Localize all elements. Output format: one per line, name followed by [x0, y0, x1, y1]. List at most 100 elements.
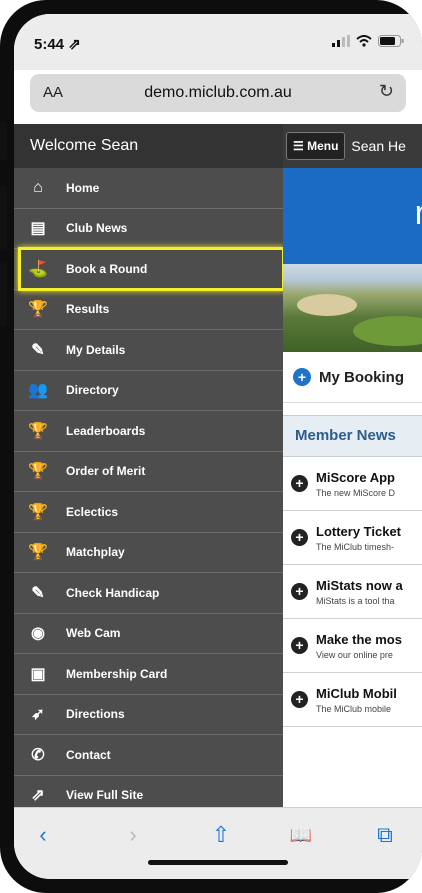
sidebar-item-label: Eclectics	[66, 504, 119, 519]
golf-ball-icon: ⛳	[28, 260, 48, 278]
news-desc: MiStats is a tool tha	[316, 595, 395, 606]
my-bookings-label: My Booking	[319, 368, 404, 386]
trophy-list-icon: 🏆	[28, 544, 48, 562]
news-item[interactable]: + MiScore App The new MiScore D	[283, 457, 422, 511]
webcam-icon: ◉	[31, 625, 45, 643]
news-icon: ▤	[30, 220, 46, 238]
bookmarks-icon[interactable]: 📖	[286, 820, 316, 850]
sidebar-item-leaderboards[interactable]: 🏆 Leaderboards	[14, 411, 283, 452]
trophy-list-icon: 🏆	[28, 422, 48, 440]
sidebar-item-club-news[interactable]: ▤ Club News	[14, 209, 283, 249]
news-item[interactable]: + MiClub Mobil The MiClub mobile	[283, 673, 422, 727]
compass-icon: ➶	[31, 706, 45, 724]
id-card-icon: ▣	[30, 665, 46, 683]
news-desc: The MiClub timesh-	[316, 541, 395, 552]
sidebar-item-view-full-site[interactable]: ⇗ View Full Site	[14, 776, 283, 808]
wifi-icon	[356, 35, 372, 47]
sidebar-item-my-details[interactable]: ✎ My Details	[14, 330, 283, 371]
sidebar-item-label: View Full Site	[66, 788, 144, 803]
sidebar-item-membership-card[interactable]: ▣ Membership Card	[14, 654, 283, 695]
status-time: 5:44 ⇗	[34, 36, 81, 53]
sidebar-item-matchplay[interactable]: 🏆 Matchplay	[14, 533, 283, 573]
menu-button[interactable]: ☰ Menu	[286, 132, 346, 160]
plus-icon: +	[291, 583, 308, 600]
share-icon[interactable]: ⇧	[206, 820, 236, 850]
screen: 5:44 ⇗ AA demo.miclub.com.au ↻ Welcome S…	[14, 14, 422, 879]
news-item[interactable]: + MiStats now a MiStats is a tool tha	[283, 565, 422, 619]
tabs-icon[interactable]: ⧉	[370, 820, 400, 850]
news-item[interactable]: + Lottery Ticket The MiClub timesh-	[283, 511, 422, 565]
news-title: Make the mos	[316, 631, 402, 647]
sidebar-item-label: Leaderboards	[66, 423, 146, 438]
sidebar-item-web-cam[interactable]: ◉ Web Cam	[14, 614, 283, 654]
sidebar-item-label: Membership Card	[66, 666, 168, 681]
banner-text: r	[414, 194, 422, 232]
news-title: MiStats now a	[316, 577, 403, 593]
sidebar-item-label: Contact	[66, 747, 111, 762]
main-content: ☰ Menu Sean He r + My Booking Member New…	[283, 124, 422, 807]
side-button-1	[0, 122, 7, 160]
phone-icon: ✆	[31, 746, 45, 764]
news-desc: The MiClub mobile	[316, 703, 392, 714]
status-bar: 5:44 ⇗	[14, 14, 422, 70]
sidebar-item-label: Directory	[66, 383, 119, 398]
news-title: MiScore App	[316, 469, 395, 485]
browser-toolbar: ‹ › ⇧ 📖 ⧉	[14, 807, 422, 879]
forward-icon[interactable]: ›	[118, 820, 148, 850]
sidebar-item-label: Directions	[66, 707, 125, 722]
course-photo	[283, 264, 422, 352]
trophy-list-icon: 🏆	[28, 463, 48, 481]
sidebar-item-label: Club News	[66, 221, 128, 236]
sidebar-item-home[interactable]: ⌂ Home	[14, 168, 283, 209]
trophy-icon: 🏆	[28, 301, 48, 319]
news-desc: View our online pre	[316, 649, 393, 660]
news-title: MiClub Mobil	[316, 685, 397, 701]
sidebar-item-label: Results	[66, 302, 110, 317]
external-link-icon: ⇗	[31, 787, 45, 805]
plus-icon: +	[291, 691, 308, 708]
sidebar-item-check-handicap[interactable]: ✎ Check Handicap	[14, 573, 283, 614]
club-banner: r	[283, 168, 422, 264]
news-title: Lottery Ticket	[316, 523, 402, 539]
sidebar-item-label: Check Handicap	[66, 585, 160, 600]
sidebar-item-book-a-round[interactable]: ⛳ Book a Round	[14, 247, 283, 290]
pencil-icon: ✎	[31, 584, 45, 602]
sidebar-menu: Welcome Sean ⌂ Home ▤ Club News ⛳ Book a Ro…	[14, 124, 283, 807]
sidebar-item-order-of-merit[interactable]: 🏆 Order of Merit	[14, 452, 283, 492]
system-icons	[332, 35, 404, 47]
pencil-icon: ✎	[31, 341, 45, 359]
plus-icon: +	[293, 368, 311, 386]
address-bar[interactable]: AA demo.miclub.com.au ↻	[30, 74, 406, 112]
url-text[interactable]: demo.miclub.com.au	[30, 84, 406, 102]
sidebar-item-label: Web Cam	[66, 626, 121, 641]
side-button-3	[0, 262, 7, 326]
sidebar-item-label: Matchplay	[66, 545, 125, 560]
sidebar-item-eclectics[interactable]: 🏆 Eclectics	[14, 492, 283, 533]
sidebar-item-contact[interactable]: ✆ Contact	[14, 735, 283, 776]
back-icon[interactable]: ‹	[28, 820, 58, 850]
people-icon: 👥	[28, 382, 48, 400]
news-desc: The new MiScore D	[316, 487, 396, 498]
my-bookings-row[interactable]: + My Booking	[283, 352, 422, 403]
member-news-header: Member News	[283, 415, 422, 457]
sidebar-item-results[interactable]: 🏆 Results	[14, 290, 283, 330]
side-button-2	[0, 186, 7, 250]
plus-icon: +	[291, 529, 308, 546]
sidebar-item-label: Order of Merit	[66, 464, 146, 479]
user-name: Sean He	[351, 138, 406, 154]
phone-frame: 5:44 ⇗ AA demo.miclub.com.au ↻ Welcome S…	[0, 0, 422, 893]
plus-icon: +	[291, 637, 308, 654]
news-item[interactable]: + Make the mos View our online pre	[283, 619, 422, 673]
reload-icon[interactable]: ↻	[379, 81, 394, 102]
home-indicator	[148, 860, 288, 865]
plus-icon: +	[291, 475, 308, 492]
signal-icon	[332, 35, 350, 47]
top-bar: ☰ Menu Sean He	[283, 124, 422, 168]
home-icon: ⌂	[33, 178, 43, 196]
battery-icon	[378, 35, 404, 47]
sidebar-item-directory[interactable]: 👥 Directory	[14, 371, 283, 411]
sidebar-item-label: My Details	[66, 342, 126, 357]
sidebar-item-directions[interactable]: ➶ Directions	[14, 695, 283, 735]
course-bunker	[297, 294, 357, 316]
welcome-header: Welcome Sean	[14, 124, 283, 168]
